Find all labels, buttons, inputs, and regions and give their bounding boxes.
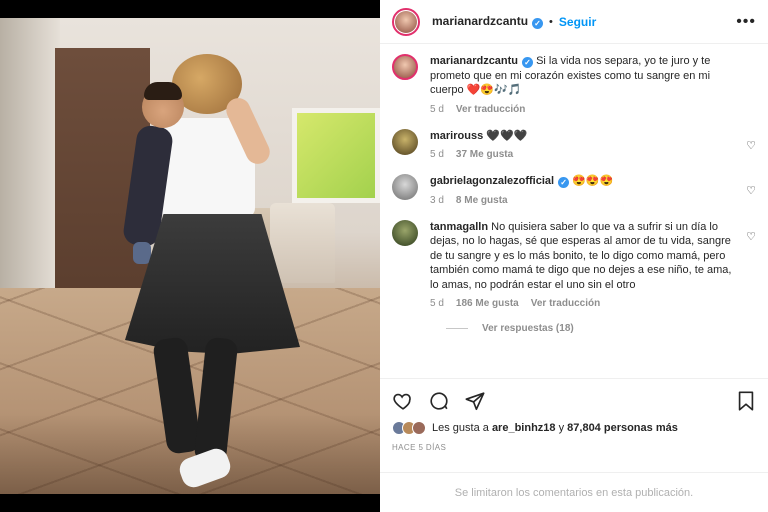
caption-emojis: ❤️😍🎶🎵 [466,84,522,96]
comment-username[interactable]: marirouss [430,130,483,142]
verified-icon: ✓ [558,177,570,188]
comment-text: gabrielagonzalezofficial ✓ 😍😍😍 [430,174,732,189]
translate-button[interactable]: Ver traducción [531,298,600,309]
likes-joiner: y [558,422,565,434]
post-panel: marianardzcantu ✓ • Seguir ••• marianardz… [380,0,768,512]
translate-button[interactable]: Ver traducción [456,104,525,115]
author-avatar[interactable] [392,7,420,36]
comment-time: 5 d [430,149,444,160]
action-icons [392,389,756,413]
likes-others[interactable]: 87,804 personas más [567,422,678,434]
caption-username[interactable]: marianardzcantu [430,55,518,67]
comment-body: 🖤🖤🖤 [486,129,528,142]
follow-button[interactable]: Seguir [559,15,596,29]
photo-scene [0,18,380,494]
comment-username[interactable]: gabrielagonzalezofficial [430,175,554,187]
likes-summary[interactable]: Les gusta a are_binhz18 y 87,804 persona… [392,421,756,435]
comment-like-heart-icon[interactable]: ♡ [746,230,756,243]
comment-avatar[interactable] [392,174,418,200]
comment-time: 5 d [430,298,444,309]
comment-item: marirouss 🖤🖤🖤 5 d 37 Me gusta ♡ [392,128,756,160]
comment-like-heart-icon[interactable]: ♡ [746,139,756,152]
comment-time: 3 d [430,194,444,206]
post-header: marianardzcantu ✓ • Seguir ••• [380,0,768,44]
caption-meta: 5 d Ver traducción [430,104,732,115]
caption-time: 5 d [430,103,444,115]
comment-likes[interactable]: 8 Me gusta [456,195,508,206]
post-photo[interactable] [0,0,380,512]
separator-dot: • [549,15,553,28]
comments-limited-notice: Se limitaron los comentarios en esta pub… [380,472,768,512]
comment-item: tanmagalln No quisiera saber lo que va a… [392,219,756,309]
post-actions: Les gusta a are_binhz18 y 87,804 persona… [380,378,768,452]
comment-item: gabrielagonzalezofficial ✓ 😍😍😍 3 d 8 Me g… [392,174,756,206]
replies-label[interactable]: Ver respuestas (18) [482,323,574,334]
caption-text: marianardzcantu ✓ Si la vida nos separa, … [430,54,732,98]
comment-meta: 5 d 37 Me gusta [430,149,732,160]
liker-username[interactable]: are_binhz18 [492,422,556,434]
comment-username[interactable]: tanmagalln [430,221,488,233]
view-replies-button[interactable]: Ver respuestas (18) [446,323,756,334]
comment-meta: 5 d 186 Me gusta Ver traducción [430,298,732,309]
comment-like-heart-icon[interactable]: ♡ [746,184,756,197]
instagram-post-view: marianardzcantu ✓ • Seguir ••• marianardz… [0,0,768,512]
comment-text: marirouss 🖤🖤🖤 [430,129,732,144]
likes-prefix: Les gusta a [432,422,489,434]
comment-icon[interactable] [428,390,450,412]
comments-list[interactable]: marianardzcantu ✓ Si la vida nos separa, … [380,44,768,378]
verified-icon: ✓ [532,18,544,29]
liker-avatar [412,421,426,435]
comment-meta: 3 d 8 Me gusta [430,195,732,206]
more-icon[interactable]: ••• [736,13,756,31]
heart-icon[interactable] [392,390,414,412]
replies-divider [446,328,468,329]
comment-avatar[interactable] [392,128,418,155]
verified-icon: ✓ [522,57,534,68]
comment-likes[interactable]: 186 Me gusta [456,298,519,309]
author-username-text[interactable]: marianardzcantu [432,14,528,28]
caption: marianardzcantu ✓ Si la vida nos separa, … [392,54,756,115]
share-icon[interactable] [464,390,486,412]
save-icon[interactable] [736,390,756,412]
caption-avatar[interactable] [392,54,418,80]
author-username[interactable]: marianardzcantu ✓ [432,14,544,29]
comment-likes[interactable]: 37 Me gusta [456,149,513,160]
post-time-ago[interactable]: HACE 5 DÍAS [392,443,756,452]
comment-text: tanmagalln No quisiera saber lo que va a… [430,220,732,293]
liker-avatars [392,421,426,435]
comment-avatar[interactable] [392,219,418,246]
comment-body: 😍😍😍 [572,175,614,187]
